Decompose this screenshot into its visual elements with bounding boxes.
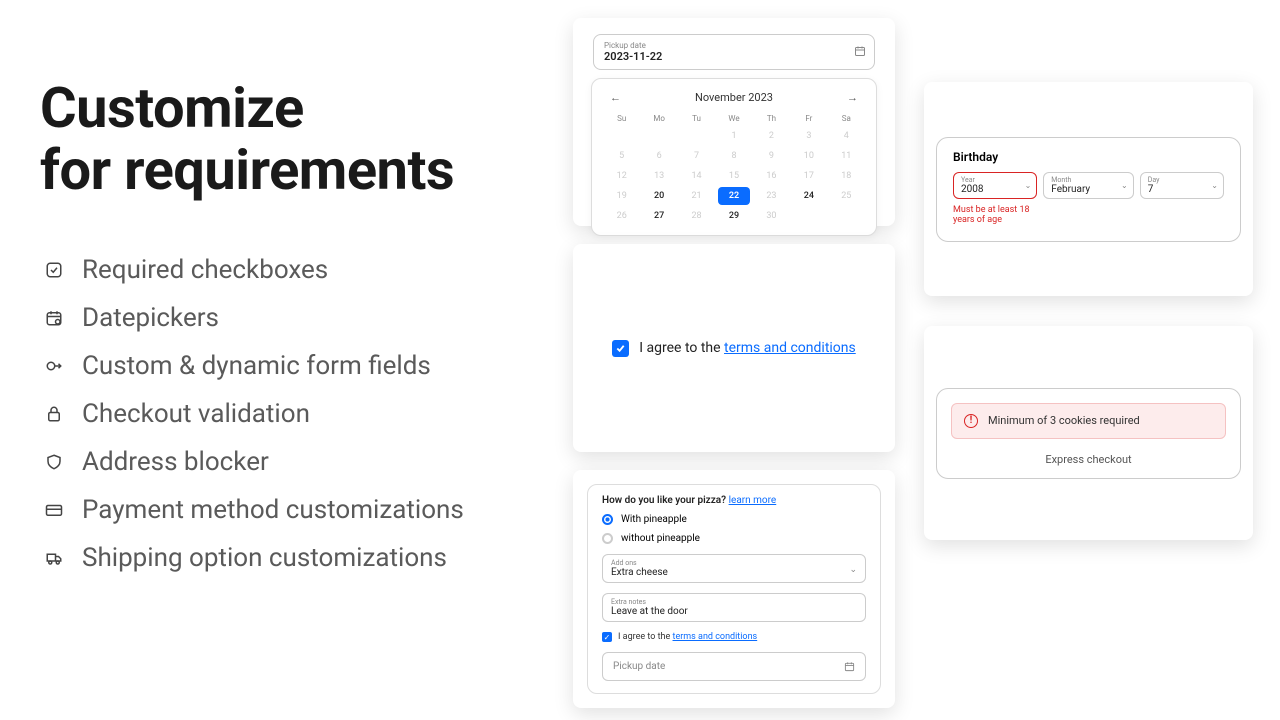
card-icon [44,500,64,520]
next-month-button[interactable]: → [843,89,862,106]
birthday-card: Birthday Year 2008 ⌄ Month February ⌄ Da… [924,82,1253,296]
month-label: November 2023 [695,91,773,104]
terms-text: I agree to the terms and conditions [639,340,856,356]
datepicker-popup: ← November 2023 → SuMoTuWeThFrSa12345678… [591,78,877,236]
dow-label: We [718,112,749,125]
datepicker-card: Pickup date 2023-11-22 ← November 2023 →… [573,18,895,226]
calendar-icon [44,308,64,328]
page-title: Customize for requirements [40,78,454,201]
calendar-day[interactable]: 21 [681,187,712,205]
calendar-day[interactable]: 13 [643,167,674,185]
calendar-day[interactable]: 15 [718,167,749,185]
checkbox-icon [44,260,64,280]
feature-item-datepickers: Datepickers [44,303,464,333]
pickup-date-value: 2023-11-22 [604,50,864,63]
year-select[interactable]: Year 2008 ⌄ [953,172,1037,199]
month-select[interactable]: Month February ⌄ [1043,172,1133,199]
calendar-day[interactable]: 11 [831,147,862,165]
calendar-day[interactable]: 1 [718,127,749,145]
feature-list: Required checkboxes Datepickers Custom &… [44,255,464,591]
dow-label: Tu [681,112,712,125]
calendar-icon [844,661,855,672]
calendar-day[interactable]: 4 [831,127,862,145]
terms-card: I agree to the terms and conditions [573,244,895,452]
calendar-day[interactable]: 16 [756,167,787,185]
pizza-terms-checkbox[interactable]: ✓ [602,632,612,642]
calendar-day[interactable]: 6 [643,147,674,165]
truck-icon [44,548,64,568]
chevron-down-icon: ⌄ [1025,181,1032,190]
day-select[interactable]: Day 7 ⌄ [1140,172,1224,199]
calendar-day[interactable]: 25 [831,187,862,205]
pickup-date-field[interactable]: Pickup date [602,652,866,681]
calendar-day[interactable]: 24 [793,187,824,205]
learn-more-link[interactable]: learn more [729,495,777,506]
lock-icon [44,404,64,424]
calendar-day[interactable]: 8 [718,147,749,165]
radio-without-pineapple[interactable]: without pineapple [602,533,866,544]
heading-line-2: for requirements [40,137,454,203]
calendar-day[interactable]: 27 [643,207,674,225]
calendar-day[interactable]: 12 [606,167,637,185]
shield-icon [44,452,64,472]
birthday-title: Birthday [953,150,1224,164]
birthday-error: Must be at least 18 years of age [953,205,1048,225]
feature-item-address: Address blocker [44,447,464,477]
calendar-day[interactable]: 19 [606,187,637,205]
chevron-down-icon: ⌄ [1121,181,1128,190]
calendar-day[interactable]: 30 [756,207,787,225]
dow-label: Fr [793,112,824,125]
calendar-day[interactable]: 18 [831,167,862,185]
feature-item-custom-fields: Custom & dynamic form fields [44,351,464,381]
calendar-icon [854,45,866,57]
terms-link[interactable]: terms and conditions [724,340,856,356]
calendar-day[interactable]: 26 [606,207,637,225]
feature-item-shipping: Shipping option customizations [44,543,464,573]
feature-item-validation: Checkout validation [44,399,464,429]
pizza-terms-link[interactable]: terms and conditions [673,632,758,642]
dow-label: Sa [831,112,862,125]
calendar-day[interactable]: 9 [756,147,787,165]
feature-item-payment: Payment method customizations [44,495,464,525]
pizza-card: How do you like your pizza? learn more W… [573,470,895,708]
pizza-question: How do you like your pizza? learn more [602,495,866,506]
radio-icon [602,533,613,544]
calendar-day[interactable]: 28 [681,207,712,225]
calendar-day[interactable]: 17 [793,167,824,185]
calendar-day [643,127,674,145]
calendar-day[interactable]: 3 [793,127,824,145]
dow-label: Su [606,112,637,125]
chevron-down-icon: ⌄ [849,565,857,575]
express-checkout-label: Express checkout [951,453,1226,466]
heading-line-1: Customize [40,75,304,141]
calendar-day[interactable]: 10 [793,147,824,165]
form-icon [44,356,64,376]
prev-month-button[interactable]: ← [606,89,625,106]
calendar-day[interactable]: 22 [718,187,749,205]
error-alert: ! Minimum of 3 cookies required [951,403,1226,439]
cookies-card: ! Minimum of 3 cookies required Express … [924,326,1253,540]
calendar-day[interactable]: 5 [606,147,637,165]
calendar-day [606,127,637,145]
notes-input[interactable]: Extra notes Leave at the door [602,593,866,622]
feature-item-checkboxes: Required checkboxes [44,255,464,285]
calendar-day[interactable]: 23 [756,187,787,205]
terms-checkbox[interactable] [612,340,629,357]
calendar-day[interactable]: 29 [718,207,749,225]
radio-icon [602,514,613,525]
dow-label: Mo [643,112,674,125]
calendar-day[interactable]: 14 [681,167,712,185]
addons-select[interactable]: Add ons Extra cheese ⌄ [602,554,866,583]
calendar-day[interactable]: 20 [643,187,674,205]
pickup-date-label: Pickup date [604,41,864,50]
calendar-day [681,127,712,145]
dow-label: Th [756,112,787,125]
calendar-day[interactable]: 7 [681,147,712,165]
calendar-grid: SuMoTuWeThFrSa12345678910111213141516171… [606,112,862,225]
alert-icon: ! [964,414,978,428]
chevron-down-icon: ⌄ [1211,181,1218,190]
calendar-day[interactable]: 2 [756,127,787,145]
radio-with-pineapple[interactable]: With pineapple [602,514,866,525]
pickup-date-input[interactable]: Pickup date 2023-11-22 [593,34,875,70]
